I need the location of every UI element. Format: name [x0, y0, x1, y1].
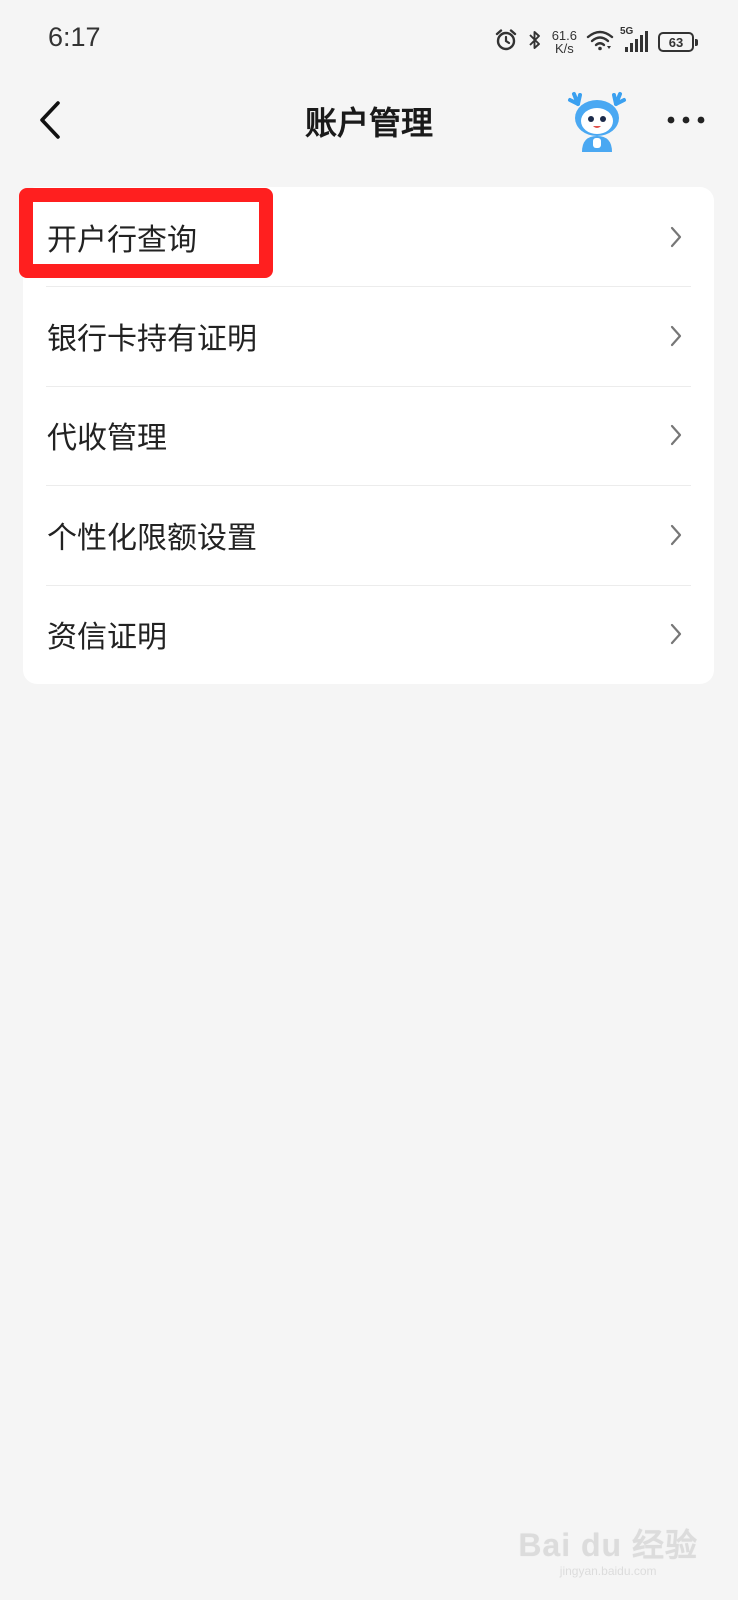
chevron-right-icon — [668, 423, 684, 447]
menu-item-label: 银行卡持有证明 — [47, 322, 257, 358]
menu-item-label: 开户行查询 — [47, 222, 197, 258]
alarm-icon — [494, 28, 518, 56]
net-speed-unit: K/s — [554, 41, 574, 56]
signal-icon: 5G — [620, 26, 649, 54]
menu-item-label: 个性化限额设置 — [47, 520, 257, 556]
menu-item-open-bank-query[interactable]: 开户行查询 — [23, 187, 714, 286]
chevron-right-icon — [668, 622, 684, 646]
avatar[interactable] — [566, 90, 628, 152]
watermark-url: jingyan.baidu.com — [559, 1564, 657, 1578]
menu-card: 开户行查询 银行卡持有证明 代收管理 个性化限额设置 资信证明 — [23, 187, 714, 684]
battery-icon: 63 — [658, 32, 698, 52]
bluetooth-icon — [527, 28, 543, 56]
menu-item-collection-management[interactable]: 代收管理 — [23, 385, 714, 485]
status-icons: 61.6 K/s 5G 63 — [494, 26, 698, 58]
menu-item-credit-certificate[interactable]: 资信证明 — [23, 584, 714, 684]
menu-item-card-holding-certificate[interactable]: 银行卡持有证明 — [23, 286, 714, 385]
mascot-avatar-icon — [568, 92, 626, 152]
wifi-icon — [586, 29, 614, 55]
menu-item-label: 代收管理 — [47, 421, 167, 457]
more-horizontal-icon — [667, 116, 705, 124]
chevron-right-icon — [668, 324, 684, 348]
status-bar: 6:17 61.6 K/s 5G 63 — [0, 0, 738, 84]
menu-item-custom-limit-settings[interactable]: 个性化限额设置 — [23, 485, 714, 584]
watermark-logo: Bai du 经验 — [518, 1527, 698, 1563]
chevron-right-icon — [668, 523, 684, 547]
chevron-right-icon — [668, 225, 684, 249]
net-speed: 61.6 K/s — [552, 29, 577, 55]
more-button[interactable] — [662, 102, 710, 138]
network-type: 5G — [620, 26, 634, 37]
status-time: 6:17 — [48, 22, 101, 52]
watermark: Bai du 经验 jingyan.baidu.com — [518, 1520, 698, 1578]
menu-item-label: 资信证明 — [47, 620, 167, 656]
nav-bar: 账户管理 — [0, 84, 738, 156]
